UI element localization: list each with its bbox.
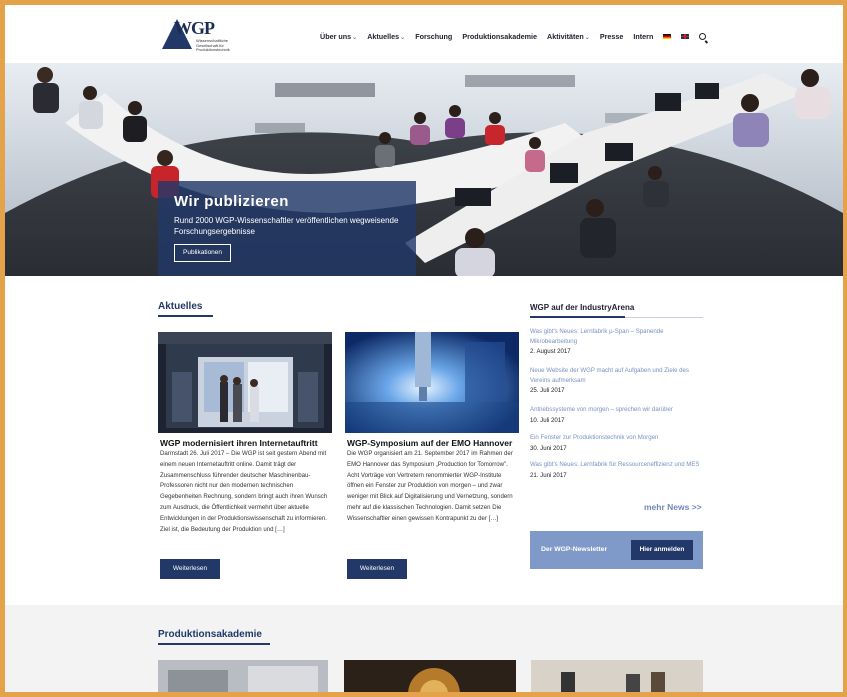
sidebar-news-date: 2. August 2017 <box>530 348 571 355</box>
news-image-1[interactable] <box>158 332 332 433</box>
sidebar-news-link[interactable]: Neue Website der WGP macht auf Aufgaben … <box>530 366 703 385</box>
nav-item-aktuelles[interactable]: Aktuelles⌄ <box>367 32 405 41</box>
nav-item-intern[interactable]: Intern <box>633 32 653 41</box>
aktuelles-title: Aktuelles <box>158 301 203 312</box>
nav-item-presse[interactable]: Presse <box>600 32 624 41</box>
hero-banner: Wir publizieren Rund 2000 WGP-Wissenscha… <box>5 63 843 276</box>
newsletter-signup-button[interactable]: Hier anmelden <box>631 540 693 560</box>
hero-overlay: Wir publizieren Rund 2000 WGP-Wissenscha… <box>158 181 416 276</box>
website-page: WGP Wissenschaftliche Gesellschaft für P… <box>5 5 843 692</box>
news-card-text-2: Die WGP organisiert am 21. September 201… <box>347 450 513 522</box>
academy-image-1[interactable] <box>158 660 328 692</box>
academy-image-2[interactable] <box>344 660 516 692</box>
nav-label: Aktivitäten <box>547 32 584 41</box>
sidebar-news-date: 21. Juni 2017 <box>530 471 567 479</box>
industryarena-title: WGP auf der IndustryArena <box>530 303 635 312</box>
sidebar-news-date: 30. Juni 2017 <box>530 444 567 452</box>
main-nav: Über uns⌄ Aktuelles⌄ Forschung Produktio… <box>320 32 707 41</box>
sidebar-news-link[interactable]: Was gibt's Neues: Lernfabrik µ-Span – Sp… <box>530 327 703 346</box>
weiterlesen-button-2[interactable]: Weiterlesen <box>347 559 407 579</box>
nav-label: Über uns <box>320 32 352 41</box>
sidebar-divider-accent <box>530 316 625 318</box>
nav-item-aktivitaeten[interactable]: Aktivitäten⌄ <box>547 32 590 41</box>
nav-label: Intern <box>633 32 654 41</box>
weiterlesen-button-1[interactable]: Weiterlesen <box>160 559 220 579</box>
aktuelles-underline <box>158 315 213 317</box>
produktionsakademie-section: Produktionsakademie <box>5 605 843 692</box>
chevron-down-icon: ⌄ <box>400 35 406 41</box>
more-news-link[interactable]: mehr News >> <box>644 502 702 512</box>
publikationen-button[interactable]: Publikationen <box>174 244 232 262</box>
nav-label: Produktionsakademie <box>462 32 538 41</box>
produktionsakademie-underline <box>158 643 270 645</box>
site-header: WGP Wissenschaftliche Gesellschaft für P… <box>5 5 843 63</box>
academy-image-3[interactable] <box>531 660 703 692</box>
hero-subtitle: Rund 2000 WGP-Wissenschaftler veröffentl… <box>174 216 399 236</box>
sidebar-news-item: Ein Fenster zur Produktionstechnik von M… <box>530 433 703 454</box>
news-card-text-1: Darmstadt 26. Juli 2017 – Die WGP ist se… <box>160 450 328 533</box>
sidebar-news-link[interactable]: Ein Fenster zur Produktionstechnik von M… <box>530 433 703 443</box>
news-card-title-2[interactable]: WGP-Symposium auf der EMO Hannover <box>347 438 512 448</box>
sidebar-news-link[interactable]: Antriebssysteme von morgen – sprechen wi… <box>530 405 703 415</box>
nav-item-ueber-uns[interactable]: Über uns⌄ <box>320 32 357 41</box>
logo-subtitle: Wissenschaftliche Gesellschaft für Produ… <box>196 38 230 52</box>
wgp-logo[interactable]: WGP Wissenschaftliche Gesellschaft für P… <box>160 15 240 57</box>
hero-title: Wir publizieren <box>174 193 289 210</box>
nav-label: Presse <box>599 32 624 41</box>
flag-en-icon[interactable] <box>681 34 690 39</box>
nav-item-produktionsakademie[interactable]: Produktionsakademie <box>462 32 537 41</box>
flag-de-icon[interactable] <box>663 34 672 39</box>
chevron-down-icon: ⌄ <box>352 35 358 41</box>
search-icon[interactable] <box>699 33 707 40</box>
sidebar-news-item: Antriebssysteme von morgen – sprechen wi… <box>530 405 703 426</box>
sidebar-news-item: Was gibt's Neues: Lernfabrik µ-Span – Sp… <box>530 327 703 357</box>
nav-label: Aktuelles <box>367 32 400 41</box>
news-card-title-1[interactable]: WGP modernisiert ihren Internetauftritt <box>160 438 318 448</box>
nav-label: Forschung <box>415 32 453 41</box>
sidebar-news-date: 25. Juli 2017 <box>530 387 565 394</box>
news-image-2[interactable] <box>345 332 519 433</box>
sidebar-news-link[interactable]: Was gibt's Neues: Lernfabrik für Ressour… <box>530 460 703 470</box>
sidebar-news-date: 10. Juli 2017 <box>530 416 565 424</box>
logo-text: WGP <box>174 18 215 38</box>
newsletter-box: Der WGP-Newsletter Hier anmelden <box>530 531 703 569</box>
produktionsakademie-title: Produktionsakademie <box>158 629 262 640</box>
sidebar-news-item: Was gibt's Neues: Lernfabrik für Ressour… <box>530 460 703 481</box>
hero-photo <box>5 63 843 276</box>
chevron-down-icon: ⌄ <box>584 35 590 41</box>
sidebar-news-item: Neue Website der WGP macht auf Aufgaben … <box>530 366 703 396</box>
newsletter-label: Der WGP-Newsletter <box>541 546 608 553</box>
nav-item-forschung[interactable]: Forschung <box>415 32 452 41</box>
